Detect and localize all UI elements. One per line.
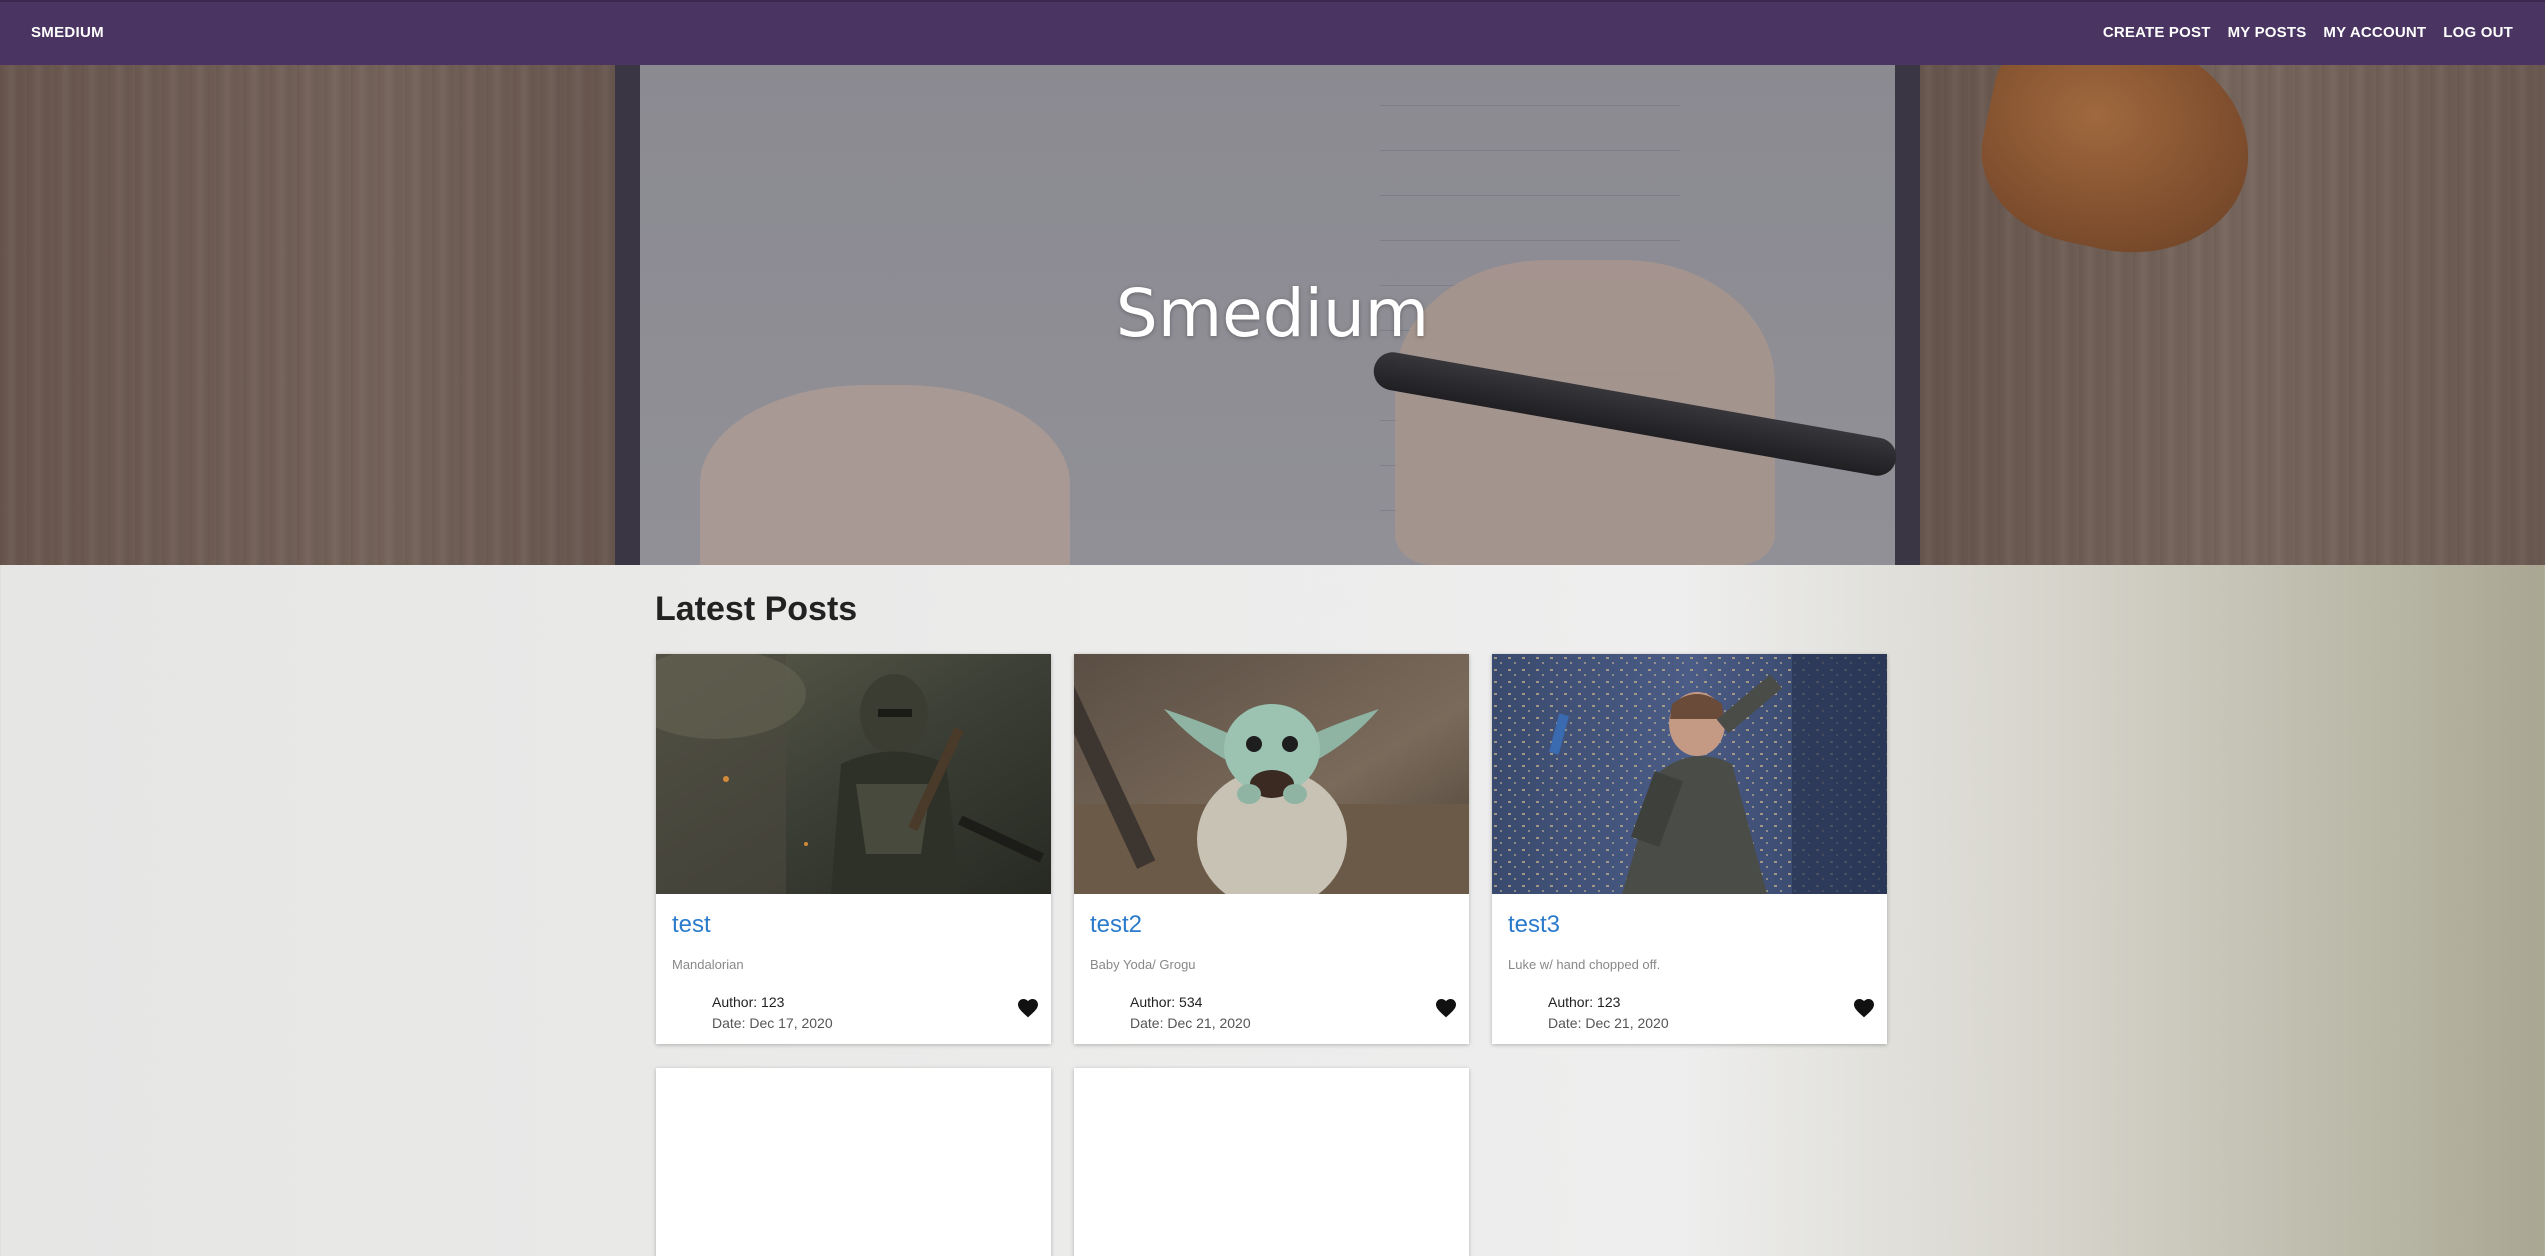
post-author: Author: 123 — [1548, 994, 1621, 1010]
post-date: Date: Dec 21, 2020 — [1130, 1015, 1251, 1031]
post-title[interactable]: test — [672, 911, 711, 939]
hero-title: Smedium — [1115, 275, 1430, 352]
hero-banner: Smedium — [0, 65, 2545, 565]
post-author: Author: 534 — [1130, 994, 1203, 1010]
nav-create-post[interactable]: CREATE POST — [2103, 24, 2211, 41]
post-image[interactable] — [1492, 654, 1887, 894]
section-title: Latest Posts — [655, 590, 858, 628]
post-image[interactable] — [656, 654, 1051, 894]
post-date: Date: Dec 21, 2020 — [1548, 1015, 1669, 1031]
post-title[interactable]: test3 — [1508, 911, 1560, 939]
post-card[interactable] — [656, 1068, 1051, 1256]
top-navbar: SMEDIUM CREATE POST MY POSTS MY ACCOUNT … — [0, 0, 2545, 65]
heart-icon[interactable] — [1852, 996, 1876, 1020]
nav-links: CREATE POST MY POSTS MY ACCOUNT LOG OUT — [2103, 24, 2513, 41]
post-card[interactable]: test2 Baby Yoda/ Grogu Author: 534 Date:… — [1074, 654, 1469, 1044]
brand-logo[interactable]: SMEDIUM — [31, 24, 104, 41]
post-date: Date: Dec 17, 2020 — [712, 1015, 833, 1031]
post-author: Author: 123 — [712, 994, 785, 1010]
nav-log-out[interactable]: LOG OUT — [2443, 24, 2513, 41]
post-card[interactable]: test Mandalorian Author: 123 Date: Dec 1… — [656, 654, 1051, 1044]
post-card[interactable]: test3 Luke w/ hand chopped off. Author: … — [1492, 654, 1887, 1044]
post-card[interactable] — [1074, 1068, 1469, 1256]
heart-icon[interactable] — [1434, 996, 1458, 1020]
post-subtitle: Luke w/ hand chopped off. — [1508, 957, 1661, 972]
post-subtitle: Mandalorian — [672, 957, 744, 972]
post-subtitle: Baby Yoda/ Grogu — [1090, 957, 1196, 972]
heart-icon[interactable] — [1016, 996, 1040, 1020]
post-title[interactable]: test2 — [1090, 911, 1142, 939]
post-image[interactable] — [1074, 654, 1469, 894]
nav-my-account[interactable]: MY ACCOUNT — [2323, 24, 2426, 41]
nav-my-posts[interactable]: MY POSTS — [2228, 24, 2307, 41]
